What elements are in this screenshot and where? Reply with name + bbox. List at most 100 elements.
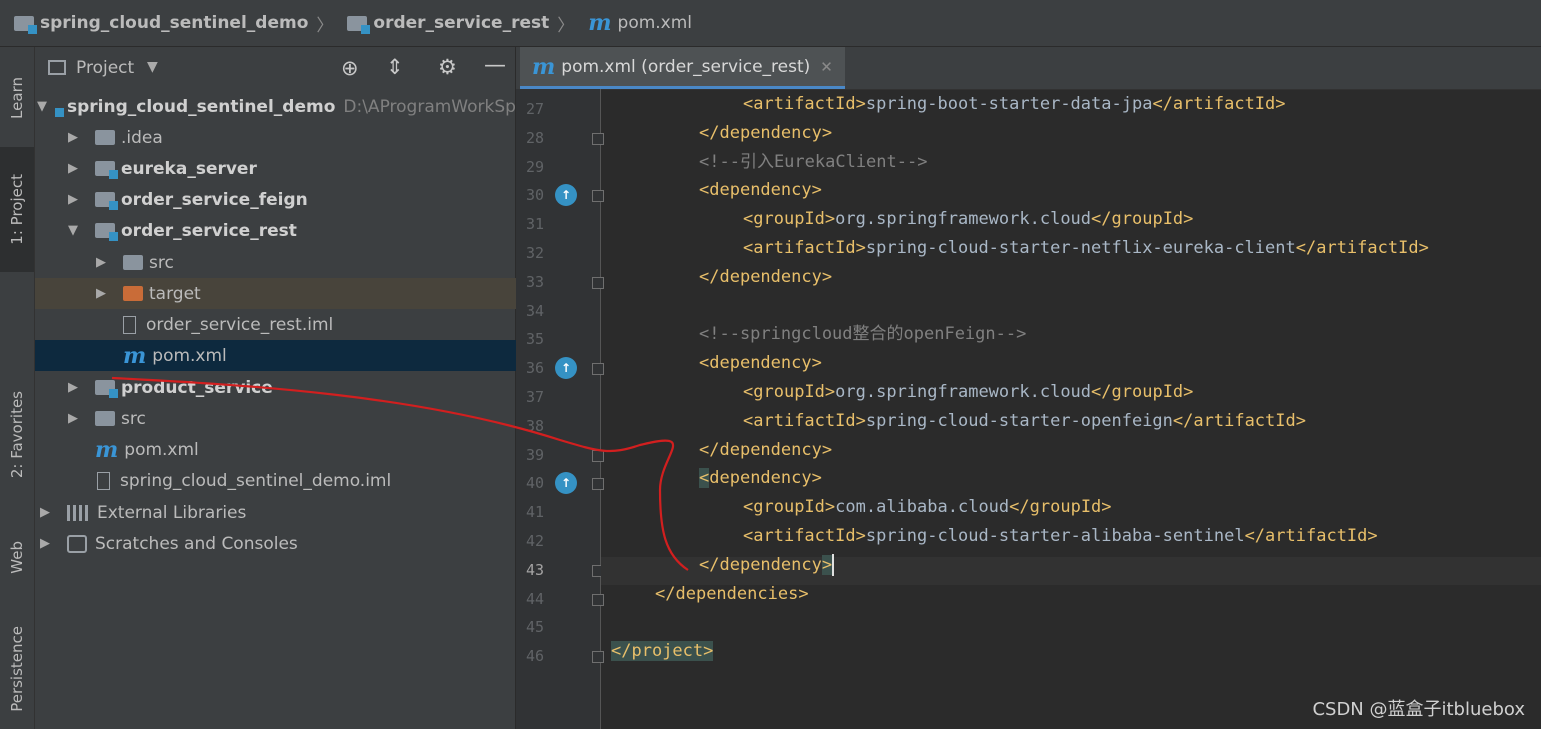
code-line: </dependency> — [699, 439, 833, 460]
tool-tab-label: Web — [8, 540, 26, 574]
scratches-icon — [67, 534, 87, 553]
breadcrumb-label: pom.xml — [617, 13, 693, 33]
gear-icon[interactable]: ⚙ — [438, 55, 457, 79]
code-line: <artifactId>spring-cloud-starter-netflix… — [743, 238, 1429, 258]
tree-node-idea[interactable]: ▶ .idea — [35, 122, 545, 153]
tool-tab-favorites[interactable]: 2: Favorites — [0, 365, 34, 505]
tree-node-label: product_service — [121, 377, 273, 398]
breadcrumb-label: spring_cloud_sentinel_demo — [40, 13, 309, 33]
collapsed-arrow-icon: ▶ — [68, 380, 78, 395]
tool-tab-persistence[interactable]: Persistence — [0, 609, 34, 729]
code-line: </project> — [611, 641, 714, 662]
navigation-breadcrumb: spring_cloud_sentinel_demo 〉 order_servi… — [0, 0, 1541, 47]
tree-node-label: order_service_rest.iml — [146, 314, 334, 335]
tree-node-label: Scratches and Consoles — [95, 533, 298, 554]
tree-node-eureka-server[interactable]: ▶ eureka_server — [35, 153, 545, 184]
chevron-down-icon[interactable]: ▼ — [147, 59, 158, 75]
tool-tab-project[interactable]: 1: Project — [0, 147, 34, 272]
hide-minimize-icon[interactable]: — — [484, 53, 506, 78]
locate-target-icon[interactable]: ⊕ — [341, 56, 359, 80]
maven-icon: m — [588, 10, 612, 36]
tree-node-label: src — [121, 408, 146, 429]
collapsed-arrow-icon: ▶ — [68, 130, 78, 145]
collapsed-arrow-icon: ▶ — [68, 192, 78, 207]
tree-node-root-src[interactable]: ▶ src — [35, 403, 545, 434]
tree-node-external-libraries[interactable]: ▶ External Libraries — [35, 497, 517, 528]
tree-node-target[interactable]: ▶ target — [35, 278, 573, 309]
tree-node-label: order_service_rest — [121, 220, 297, 241]
tree-node-label: pom.xml — [152, 345, 227, 366]
breadcrumb-separator-icon: 〉 — [557, 15, 575, 36]
module-folder-icon — [95, 161, 118, 179]
code-line: <artifactId>spring-cloud-starter-alibaba… — [743, 526, 1378, 546]
expanded-arrow-icon: ▼ — [68, 223, 78, 238]
collapsed-arrow-icon: ▶ — [40, 536, 50, 551]
watermark: CSDN @蓝盒子itbluebox — [1312, 699, 1525, 720]
libraries-icon — [67, 504, 89, 521]
tree-node-root-pom[interactable]: m pom.xml — [35, 434, 575, 465]
tree-node-root[interactable]: ▼ spring_cloud_sentinel_demo D:\AProgram… — [35, 91, 517, 122]
tree-node-order-service-feign[interactable]: ▶ order_service_feign — [35, 184, 545, 215]
iml-file-icon — [97, 471, 110, 490]
code-line: <dependency> — [699, 468, 822, 489]
code-line: <groupId>org.springframework.cloud</grou… — [743, 209, 1194, 230]
tree-node-label: .idea — [121, 127, 163, 148]
collapsed-arrow-icon: ▶ — [96, 255, 106, 270]
code-editor: m pom.xml (order_service_rest) ✕ 27 28 29 3… — [516, 47, 1541, 729]
excluded-folder-icon — [123, 286, 143, 301]
folder-icon — [123, 255, 143, 270]
collapsed-arrow-icon: ▶ — [40, 505, 50, 520]
tree-node-label: eureka_server — [121, 158, 257, 179]
close-icon[interactable]: ✕ — [820, 58, 833, 76]
project-view-selector[interactable]: Project — [76, 58, 134, 78]
collapsed-arrow-icon: ▶ — [96, 286, 106, 301]
tree-node-root-iml[interactable]: spring_cloud_sentinel_demo.iml — [35, 465, 577, 496]
breadcrumb-item-project[interactable]: spring_cloud_sentinel_demo 〉 — [14, 11, 333, 36]
tab-label: pom.xml (order_service_rest) — [561, 56, 811, 77]
tree-node-path: D:\AProgramWorkSpa — [343, 96, 517, 117]
tree-node-label: pom.xml — [124, 439, 199, 460]
code-line: <!--引入EurekaClient--> — [699, 151, 928, 172]
code-line: <artifactId>spring-boot-starter-data-jpa… — [743, 94, 1286, 114]
code-line: <dependency> — [699, 180, 822, 201]
tool-tab-learn[interactable]: Learn — [0, 53, 34, 143]
tool-tab-label: 1: Project — [8, 174, 26, 245]
tool-window-strip: Learn 1: Project 2: Favorites Web Persis… — [0, 47, 35, 729]
project-view-icon — [48, 60, 66, 75]
module-folder-icon — [95, 192, 118, 210]
tree-node-label: target — [149, 283, 201, 304]
tree-node-label: spring_cloud_sentinel_demo.iml — [120, 470, 392, 491]
tree-node-product-service[interactable]: ▶ product_service — [35, 372, 545, 403]
expanded-arrow-icon: ▼ — [37, 99, 47, 114]
maven-icon: m — [532, 53, 556, 80]
tool-tab-label: Persistence — [8, 626, 26, 712]
code-line: <groupId>org.springframework.cloud</grou… — [743, 382, 1194, 402]
breadcrumb-item-file[interactable]: m pom.xml — [588, 10, 692, 36]
module-folder-icon — [95, 380, 118, 398]
tree-node-src[interactable]: ▶ src — [35, 247, 573, 278]
tree-node-order-service-rest[interactable]: ▼ order_service_rest — [35, 215, 545, 246]
module-folder-icon — [347, 15, 371, 34]
code-line: <!--springcloud整合的openFeign--> — [699, 324, 1027, 345]
folder-icon — [95, 411, 115, 426]
project-toolbar: Project ▼ ⊕ ⇕ ⚙ — — [35, 47, 515, 91]
collapsed-arrow-icon: ▶ — [68, 161, 78, 176]
code-line: <artifactId>spring-cloud-starter-openfei… — [743, 410, 1306, 431]
folder-icon — [95, 130, 115, 145]
maven-icon: m — [123, 342, 147, 369]
maven-icon: m — [95, 436, 119, 463]
code-area[interactable]: <artifactId>spring-boot-starter-data-jpa… — [516, 83, 1541, 729]
tree-node-scratches[interactable]: ▶ Scratches and Consoles — [35, 528, 517, 559]
tool-tab-web[interactable]: Web — [0, 517, 34, 597]
code-line: </dependency> — [699, 122, 833, 143]
code-line: <groupId>com.alibaba.cloud</groupId> — [743, 497, 1112, 518]
tree-node-label: spring_cloud_sentinel_demo — [67, 96, 336, 117]
breadcrumb-item-module[interactable]: order_service_rest 〉 — [347, 11, 574, 36]
code-line: <dependency> — [699, 353, 822, 374]
code-line: </dependency> — [699, 553, 835, 576]
breadcrumb-label: order_service_rest — [373, 13, 550, 33]
module-folder-icon — [95, 223, 118, 241]
collapse-all-icon[interactable]: ⇕ — [386, 55, 404, 79]
tree-node-label: order_service_feign — [121, 189, 308, 210]
module-folder-icon — [14, 15, 37, 34]
